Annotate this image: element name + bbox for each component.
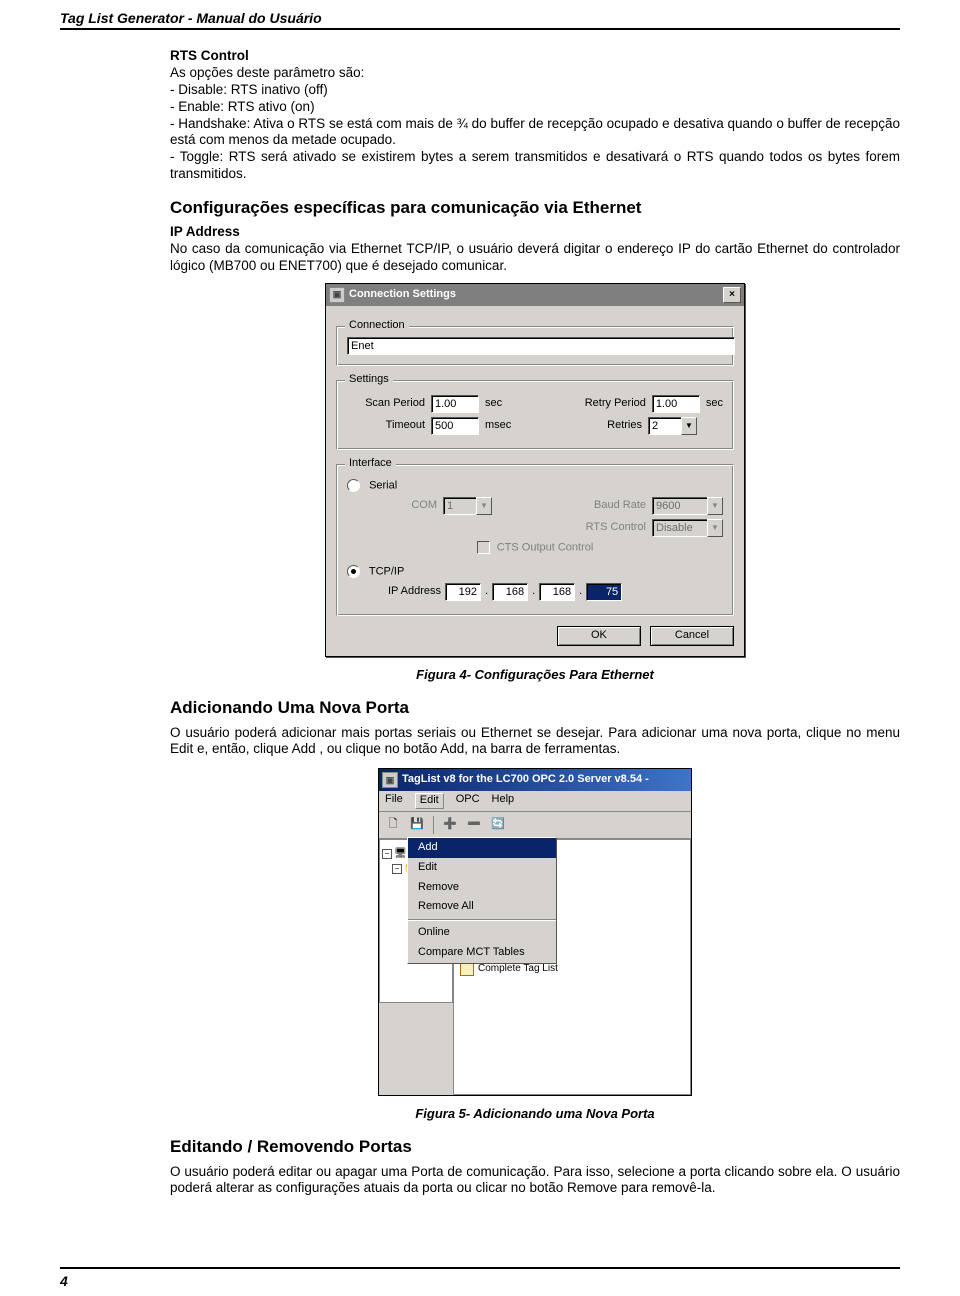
retry-period-field[interactable]: 1.00 (652, 395, 700, 413)
save-icon[interactable]: 💾 (407, 815, 427, 835)
figure-5-caption: Figura 5- Adicionando uma Nova Porta (170, 1106, 900, 1122)
menuitem-remove-all[interactable]: Remove All (408, 897, 556, 917)
ip-octet-3[interactable]: 168 (539, 583, 575, 601)
baud-rate-label: Baud Rate (594, 499, 646, 513)
retries-select[interactable]: 2 ▼ (648, 417, 697, 435)
unit-sec: sec (485, 397, 502, 411)
tcpip-label: TCP/IP (369, 566, 404, 578)
rts-bullet: - Enable: RTS ativo (on) (170, 99, 900, 116)
serial-label: Serial (369, 479, 397, 491)
menuitem-edit[interactable]: Edit (408, 858, 556, 878)
ip-address-body: No caso da comunicação via Ethernet TCP/… (170, 241, 900, 275)
menu-opc[interactable]: OPC (456, 793, 480, 809)
rts-bullet: - Toggle: RTS será ativado se existirem … (170, 149, 900, 183)
scan-period-label: Scan Period (347, 397, 425, 411)
section-add-port-body: O usuário poderá adicionar mais portas s… (170, 725, 900, 759)
baud-rate-value: 9600 (652, 497, 707, 515)
cancel-button[interactable]: Cancel (650, 626, 734, 646)
figure-4-caption: Figura 4- Configurações Para Ethernet (170, 667, 900, 683)
remove-icon[interactable]: ➖ (464, 815, 484, 835)
app-icon: ▣ (329, 287, 345, 303)
com-value: 1 (443, 497, 476, 515)
unit-msec: msec (485, 419, 511, 433)
radio-tcpip[interactable] (347, 565, 360, 578)
separator (408, 919, 556, 921)
add-icon[interactable]: ➕ (440, 815, 460, 835)
menuitem-add[interactable]: Add (408, 838, 556, 858)
rts-control-value: Disable (652, 519, 707, 537)
timeout-field[interactable]: 500 (431, 417, 479, 435)
ip-address-subtitle: IP Address (170, 224, 900, 241)
rts-control-select: Disable ▼ (652, 519, 723, 537)
cts-checkbox (477, 541, 490, 554)
list-item[interactable]: Complete Tag List (478, 963, 558, 976)
taglist-window: ▣ TagList v8 for the LC700 OPC 2.0 Serve… (378, 768, 692, 1096)
page-header: Tag List Generator - Manual do Usuário (60, 10, 900, 30)
connection-field[interactable]: Enet (347, 337, 735, 355)
dot: . (532, 585, 535, 599)
ip-octet-4[interactable]: 75 (586, 583, 622, 601)
section-add-port-title: Adicionando Uma Nova Porta (170, 697, 900, 718)
dialog-title: Connection Settings (349, 288, 723, 302)
connection-settings-dialog: ▣ Connection Settings × Connection Enet … (325, 283, 745, 657)
dialog-titlebar[interactable]: ▣ TagList v8 for the LC700 OPC 2.0 Serve… (379, 769, 691, 791)
rts-bullet: - Handshake: Ativa o RTS se está com mai… (170, 116, 900, 150)
com-select: 1 ▼ (443, 497, 492, 515)
timeout-label: Timeout (347, 419, 425, 433)
chevron-down-icon[interactable]: ▼ (681, 417, 697, 435)
group-legend: Interface (345, 457, 396, 471)
dot: . (579, 585, 582, 599)
edit-dropdown: Add Edit Remove Remove All Online Compar… (407, 837, 557, 964)
cts-label: CTS Output Control (497, 541, 594, 553)
menuitem-remove[interactable]: Remove (408, 878, 556, 898)
menuitem-compare[interactable]: Compare MCT Tables (408, 943, 556, 963)
group-legend: Settings (345, 373, 393, 387)
close-icon[interactable]: × (723, 287, 741, 303)
window-title: TagList v8 for the LC700 OPC 2.0 Server … (402, 773, 688, 787)
group-interface: Interface Serial COM 1 ▼ Baud Rate (336, 464, 734, 616)
chevron-down-icon: ▼ (707, 519, 723, 537)
section-ethernet-title: Configurações específicas para comunicaç… (170, 197, 900, 218)
scan-period-field[interactable]: 1.00 (431, 395, 479, 413)
menu-edit[interactable]: Edit (415, 793, 444, 809)
retries-value: 2 (648, 417, 681, 435)
rts-title: RTS Control (170, 48, 900, 65)
section-edit-port-title: Editando / Removendo Portas (170, 1136, 900, 1157)
new-icon[interactable]: 🗋 (383, 815, 403, 835)
dot: . (485, 585, 488, 599)
com-label: COM (407, 499, 437, 513)
menuitem-online[interactable]: Online (408, 923, 556, 943)
toolbar: 🗋 💾 ➕ ➖ 🔄 (379, 812, 691, 839)
menu-bar: File Edit OPC Help (379, 791, 691, 812)
dialog-titlebar[interactable]: ▣ Connection Settings × (326, 284, 744, 306)
ip-address-label: IP Address (377, 585, 441, 599)
separator (433, 816, 434, 834)
retry-period-label: Retry Period (585, 397, 646, 411)
group-settings: Settings Scan Period 1.00 sec Retry Peri… (336, 380, 734, 450)
chevron-down-icon: ▼ (476, 497, 492, 515)
menu-help[interactable]: Help (492, 793, 515, 809)
chevron-down-icon: ▼ (707, 497, 723, 515)
section-edit-port-body: O usuário poderá editar ou apagar uma Po… (170, 1164, 900, 1198)
page-number: 4 (60, 1267, 900, 1289)
refresh-icon[interactable]: 🔄 (488, 815, 508, 835)
tree-collapse-icon[interactable]: − (392, 864, 402, 874)
unit-sec: sec (706, 397, 723, 411)
tree-collapse-icon[interactable]: − (382, 849, 392, 859)
group-connection: Connection Enet (336, 326, 734, 366)
rts-control-label: RTS Control (586, 521, 646, 535)
document-icon (460, 962, 474, 976)
ip-octet-2[interactable]: 168 (492, 583, 528, 601)
rts-intro: As opções deste parâmetro são: (170, 65, 900, 82)
ok-button[interactable]: OK (557, 626, 641, 646)
ip-octet-1[interactable]: 192 (445, 583, 481, 601)
rts-bullet: - Disable: RTS inativo (off) (170, 82, 900, 99)
retries-label: Retries (607, 419, 642, 433)
menu-file[interactable]: File (385, 793, 403, 809)
group-legend: Connection (345, 319, 409, 333)
baud-rate-select: 9600 ▼ (652, 497, 723, 515)
app-icon: ▣ (382, 772, 398, 788)
radio-serial[interactable] (347, 479, 360, 492)
